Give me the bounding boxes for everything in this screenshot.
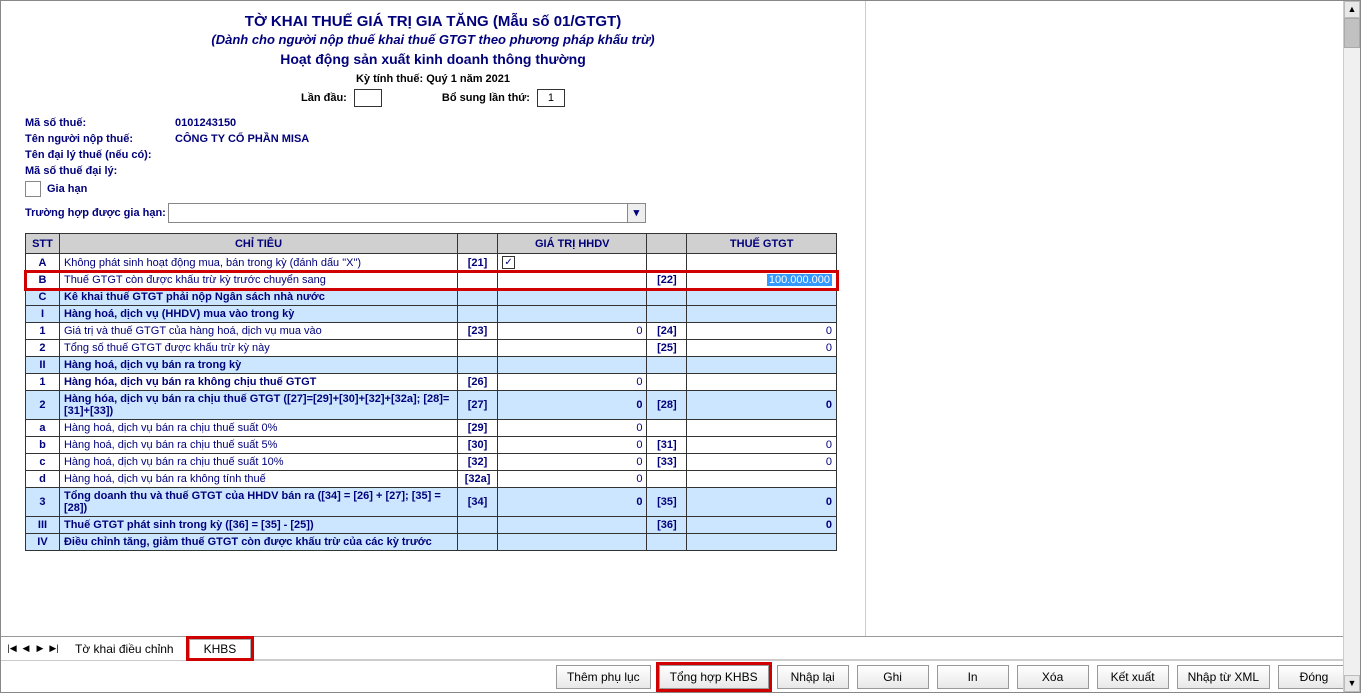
table-row: 1Hàng hóa, dịch vụ bán ra không chịu thu… <box>26 374 837 391</box>
form-title: TỜ KHAI THUẾ GIÁ TRỊ GIA TĂNG (Mẫu số 01… <box>25 13 841 30</box>
supplement-label: Bổ sung lần thứ: 1 <box>442 89 565 107</box>
button-bar: Thêm phụ lục Tổng hợp KHBS Nhập lại Ghi … <box>1 660 1360 692</box>
tab-next-button[interactable]: ▶ <box>33 641 47 657</box>
vertical-scrollbar[interactable]: ▲ ▼ <box>1343 1 1360 636</box>
checkbox-21[interactable]: ✓ <box>502 256 515 269</box>
table-row: CKê khai thuế GTGT phải nộp Ngân sách nh… <box>26 289 837 306</box>
tab-khbs[interactable]: KHBS <box>189 639 252 658</box>
tong-hop-khbs-button[interactable]: Tổng hợp KHBS <box>659 665 769 689</box>
col-header-chitieu: CHỈ TIÊU <box>59 234 457 254</box>
right-empty-pane <box>866 1 1360 636</box>
payer-value: CÔNG TY CỔ PHẦN MISA <box>175 133 309 145</box>
extension-checkbox[interactable] <box>25 181 41 197</box>
dong-button[interactable]: Đóng <box>1278 665 1350 689</box>
col-header-stt: STT <box>26 234 60 254</box>
them-phu-luc-button[interactable]: Thêm phụ lục <box>556 665 651 689</box>
table-row: BThuế GTGT còn được khấu trừ kỳ trước ch… <box>26 272 837 289</box>
tax-code-value: 0101243150 <box>175 117 236 129</box>
table-row: 2Tổng số thuế GTGT được khấu trừ kỳ này[… <box>26 340 837 357</box>
highlighted-amount-22[interactable]: 100.000.000 <box>767 274 832 286</box>
in-button[interactable]: In <box>937 665 1009 689</box>
extension-label: Gia hạn <box>47 183 87 195</box>
scroll-up-button[interactable]: ▲ <box>1344 1 1360 18</box>
tab-first-button[interactable]: |◀ <box>5 641 19 657</box>
table-row: IIHàng hoá, dịch vụ bán ra trong kỳ <box>26 357 837 374</box>
col-header-giatri: GIÁ TRỊ HHDV <box>498 234 647 254</box>
form-activity: Hoạt động sản xuất kinh doanh thông thườ… <box>25 51 841 67</box>
ghi-button[interactable]: Ghi <box>857 665 929 689</box>
table-row: 2Hàng hóa, dịch vụ bán ra chịu thuế GTGT… <box>26 391 837 420</box>
agent-label: Tên đại lý thuế (nếu có): <box>25 149 175 161</box>
table-row: cHàng hoá, dịch vụ bán ra chịu thuế suất… <box>26 454 837 471</box>
tab-last-button[interactable]: ▶| <box>47 641 61 657</box>
nhap-lai-button[interactable]: Nhập lại <box>777 665 849 689</box>
table-row: 3Tổng doanh thu và thuế GTGT của HHDV bá… <box>26 488 837 517</box>
title-block: TỜ KHAI THUẾ GIÁ TRỊ GIA TĂNG (Mẫu số 01… <box>25 13 841 107</box>
document-pane: TỜ KHAI THUẾ GIÁ TRỊ GIA TĂNG (Mẫu số 01… <box>1 1 866 636</box>
table-row: IVĐiều chỉnh tăng, giảm thuế GTGT còn đư… <box>26 534 837 551</box>
extension-dropdown-button[interactable]: ▾ <box>628 203 646 223</box>
app-window: TỜ KHAI THUẾ GIÁ TRỊ GIA TĂNG (Mẫu số 01… <box>0 0 1361 693</box>
supplement-box[interactable]: 1 <box>537 89 565 107</box>
tax-code-label: Mã số thuế: <box>25 117 175 129</box>
table-row: 1Giá trị và thuế GTGT của hàng hoá, dịch… <box>26 323 837 340</box>
tab-prev-button[interactable]: ◀ <box>19 641 33 657</box>
table-row: bHàng hoá, dịch vụ bán ra chịu thuế suất… <box>26 437 837 454</box>
tax-declaration-table: STT CHỈ TIÊU GIÁ TRỊ HHDV THUẾ GTGT AKhô… <box>25 233 837 551</box>
period-row: Lần đầu: Bổ sung lần thứ: 1 <box>25 89 841 107</box>
col-header-thue: THUẾ GTGT <box>687 234 837 254</box>
payer-label: Tên người nộp thuế: <box>25 133 175 145</box>
tab-strip: |◀ ◀ ▶ ▶| Tờ khai điều chỉnh KHBS <box>1 636 1360 660</box>
table-row: IIIThuế GTGT phát sinh trong kỳ ([36] = … <box>26 517 837 534</box>
extension-case-input[interactable] <box>168 203 628 223</box>
main-area: TỜ KHAI THUẾ GIÁ TRỊ GIA TĂNG (Mẫu số 01… <box>1 1 1360 636</box>
extension-case-label: Trường hợp được gia hạn: <box>25 207 166 219</box>
agent-code-label: Mã số thuế đại lý: <box>25 165 175 177</box>
scroll-thumb[interactable] <box>1344 18 1360 48</box>
xoa-button[interactable]: Xóa <box>1017 665 1089 689</box>
period-label: Kỳ tính thuế: Quý 1 năm 2021 <box>25 73 841 85</box>
first-time-label: Lần đầu: <box>301 89 382 107</box>
nhap-tu-xml-button[interactable]: Nhập từ XML <box>1177 665 1270 689</box>
table-row: dHàng hoá, dịch vụ bán ra không tính thu… <box>26 471 837 488</box>
first-time-box[interactable] <box>354 89 382 107</box>
ket-xuat-button[interactable]: Kết xuất <box>1097 665 1169 689</box>
tab-to-khai-dieu-chinh[interactable]: Tờ khai điều chỉnh <box>61 640 189 658</box>
taxpayer-info: Mã số thuế: 0101243150 Tên người nộp thu… <box>25 117 841 223</box>
table-row: aHàng hoá, dịch vụ bán ra chịu thuế suất… <box>26 420 837 437</box>
table-row: AKhông phát sinh hoạt động mua, bán tron… <box>26 254 837 272</box>
form-subtitle: (Dành cho người nộp thuế khai thuế GTGT … <box>25 32 841 47</box>
table-row: IHàng hoá, dịch vụ (HHDV) mua vào trong … <box>26 306 837 323</box>
